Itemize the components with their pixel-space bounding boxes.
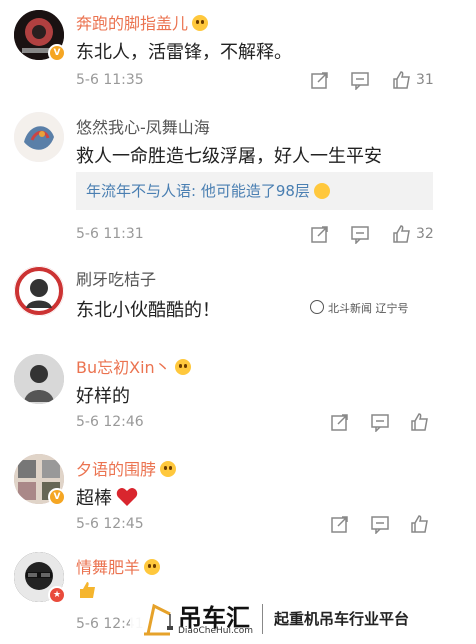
like-button[interactable]: 32: [392, 222, 434, 246]
comment-button[interactable]: [370, 410, 390, 434]
verified-badge: ★: [48, 586, 66, 604]
share-icon: [311, 72, 328, 89]
reply-preview[interactable]: 年流年不与人语: 他可能造了98层: [76, 172, 433, 210]
comment-text: 东北人，活雷锋，不解释。: [76, 42, 292, 63]
comment-button[interactable]: [350, 68, 370, 92]
comment-text: 好样的: [76, 386, 130, 407]
comment-actions: [300, 512, 450, 536]
comment-username[interactable]: 夕语的围脖: [76, 456, 177, 480]
comment-item: V 奔跑的脚指盖儿 东北人，活雷锋，不解释。 5-6 11:35 31: [0, 0, 454, 100]
laugh-emoji-icon: [313, 183, 330, 199]
reply-text: 年流年不与人语: 他可能造了98层: [86, 182, 310, 200]
wechat-source-watermark: 北斗新闻 辽宁号: [310, 300, 409, 316]
share-button[interactable]: [310, 222, 330, 246]
username-text: 情舞肥羊: [76, 558, 141, 577]
emoji-icon: [160, 461, 177, 477]
emoji-icon: [174, 359, 191, 375]
comment-time: 5-6 11:31: [76, 226, 144, 242]
comment-actions: [300, 410, 450, 434]
comment-text: 东北小伙酷酷的！: [76, 300, 220, 321]
page-margin: [454, 0, 476, 644]
brand-tagline: 起重机吊车行业平台: [274, 610, 410, 628]
divider: [262, 604, 263, 634]
comment-item: V 夕语的围脖 超棒 5-6 12:45: [0, 444, 454, 544]
username-text: 奔跑的脚指盖儿: [76, 14, 189, 33]
like-button[interactable]: [410, 410, 430, 434]
brand-watermark: 吊车汇 DiaoCheHui.com 起重机吊车行业平台: [130, 596, 454, 644]
avatar[interactable]: [14, 266, 64, 316]
like-button[interactable]: 31: [392, 68, 434, 92]
comment-username[interactable]: 悠然我心-凤舞山海: [76, 114, 210, 138]
comment-actions: 31: [300, 68, 450, 92]
comment-username[interactable]: 刷牙吃桔子: [76, 266, 156, 290]
verified-badge: V: [48, 488, 66, 506]
comment-username[interactable]: 情舞肥羊: [76, 554, 161, 578]
share-icon: [311, 226, 328, 243]
comment-button[interactable]: [350, 222, 370, 246]
heart-emoji: [116, 488, 138, 506]
comment-icon: [371, 516, 389, 534]
wechat-icon: [310, 300, 324, 314]
crane-logo-icon: [144, 603, 173, 636]
comment-button[interactable]: [370, 512, 390, 536]
comment-username[interactable]: 奔跑的脚指盖儿: [76, 10, 209, 34]
comment-time: 5-6 12:45: [76, 516, 144, 532]
thumbs-up-icon: [393, 225, 410, 243]
comment-actions: 32: [300, 222, 450, 246]
share-button[interactable]: [310, 68, 330, 92]
share-button[interactable]: [330, 512, 350, 536]
comment-list: V 奔跑的脚指盖儿 东北人，活雷锋，不解释。 5-6 11:35 31 悠然我心…: [0, 0, 454, 644]
comment-item: Bu忘初Xin丶 好样的 5-6 12:46: [0, 348, 454, 444]
comment-time: 5-6 12:46: [76, 414, 144, 430]
like-count: 31: [416, 72, 434, 88]
emoji-icon: [192, 15, 209, 31]
thumbs-up-emoji: [78, 580, 98, 600]
comment-username[interactable]: Bu忘初Xin丶: [76, 354, 191, 378]
emoji-icon: [144, 559, 161, 575]
avatar[interactable]: [14, 354, 64, 404]
share-icon: [331, 414, 348, 431]
thumbs-up-icon: [411, 413, 428, 431]
thumbs-up-icon: [393, 71, 410, 89]
verified-badge: V: [48, 44, 66, 62]
like-count: 32: [416, 226, 434, 242]
comment-text: 超棒: [76, 484, 138, 510]
share-button[interactable]: [330, 410, 350, 434]
comment-item: 悠然我心-凤舞山海 救人一命胜造七级浮屠，好人一生平安 年流年不与人语: 他可能…: [0, 100, 454, 260]
comment-text-content: 超棒: [76, 488, 112, 509]
comment-icon: [371, 414, 389, 432]
watermark-text: 北斗新闻 辽宁号: [328, 302, 409, 315]
share-icon: [331, 516, 348, 533]
thumbs-up-icon: [411, 515, 428, 533]
comment-icon: [351, 226, 369, 244]
avatar[interactable]: [14, 112, 64, 162]
like-button[interactable]: [410, 512, 430, 536]
comment-time: 5-6 11:35: [76, 72, 144, 88]
comment-text: 救人一命胜造七级浮屠，好人一生平安: [76, 146, 382, 167]
username-text: 夕语的围脖: [76, 460, 157, 479]
brand-url: DiaoCheHui.com: [178, 626, 254, 636]
username-text: Bu忘初Xin丶: [76, 358, 171, 377]
comment-icon: [351, 72, 369, 90]
